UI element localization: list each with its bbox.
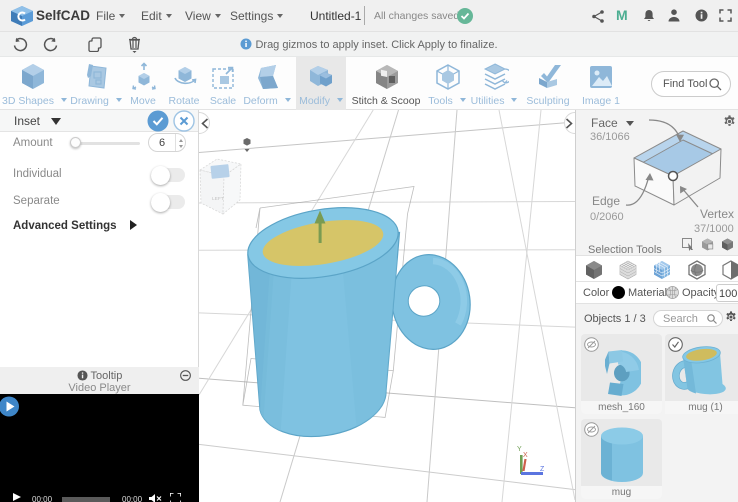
svg-text:X: X: [523, 452, 528, 459]
svg-text:Z: Z: [540, 466, 545, 473]
svg-text:Y: Y: [517, 446, 522, 453]
svg-text:LEFT: LEFT: [212, 196, 224, 202]
